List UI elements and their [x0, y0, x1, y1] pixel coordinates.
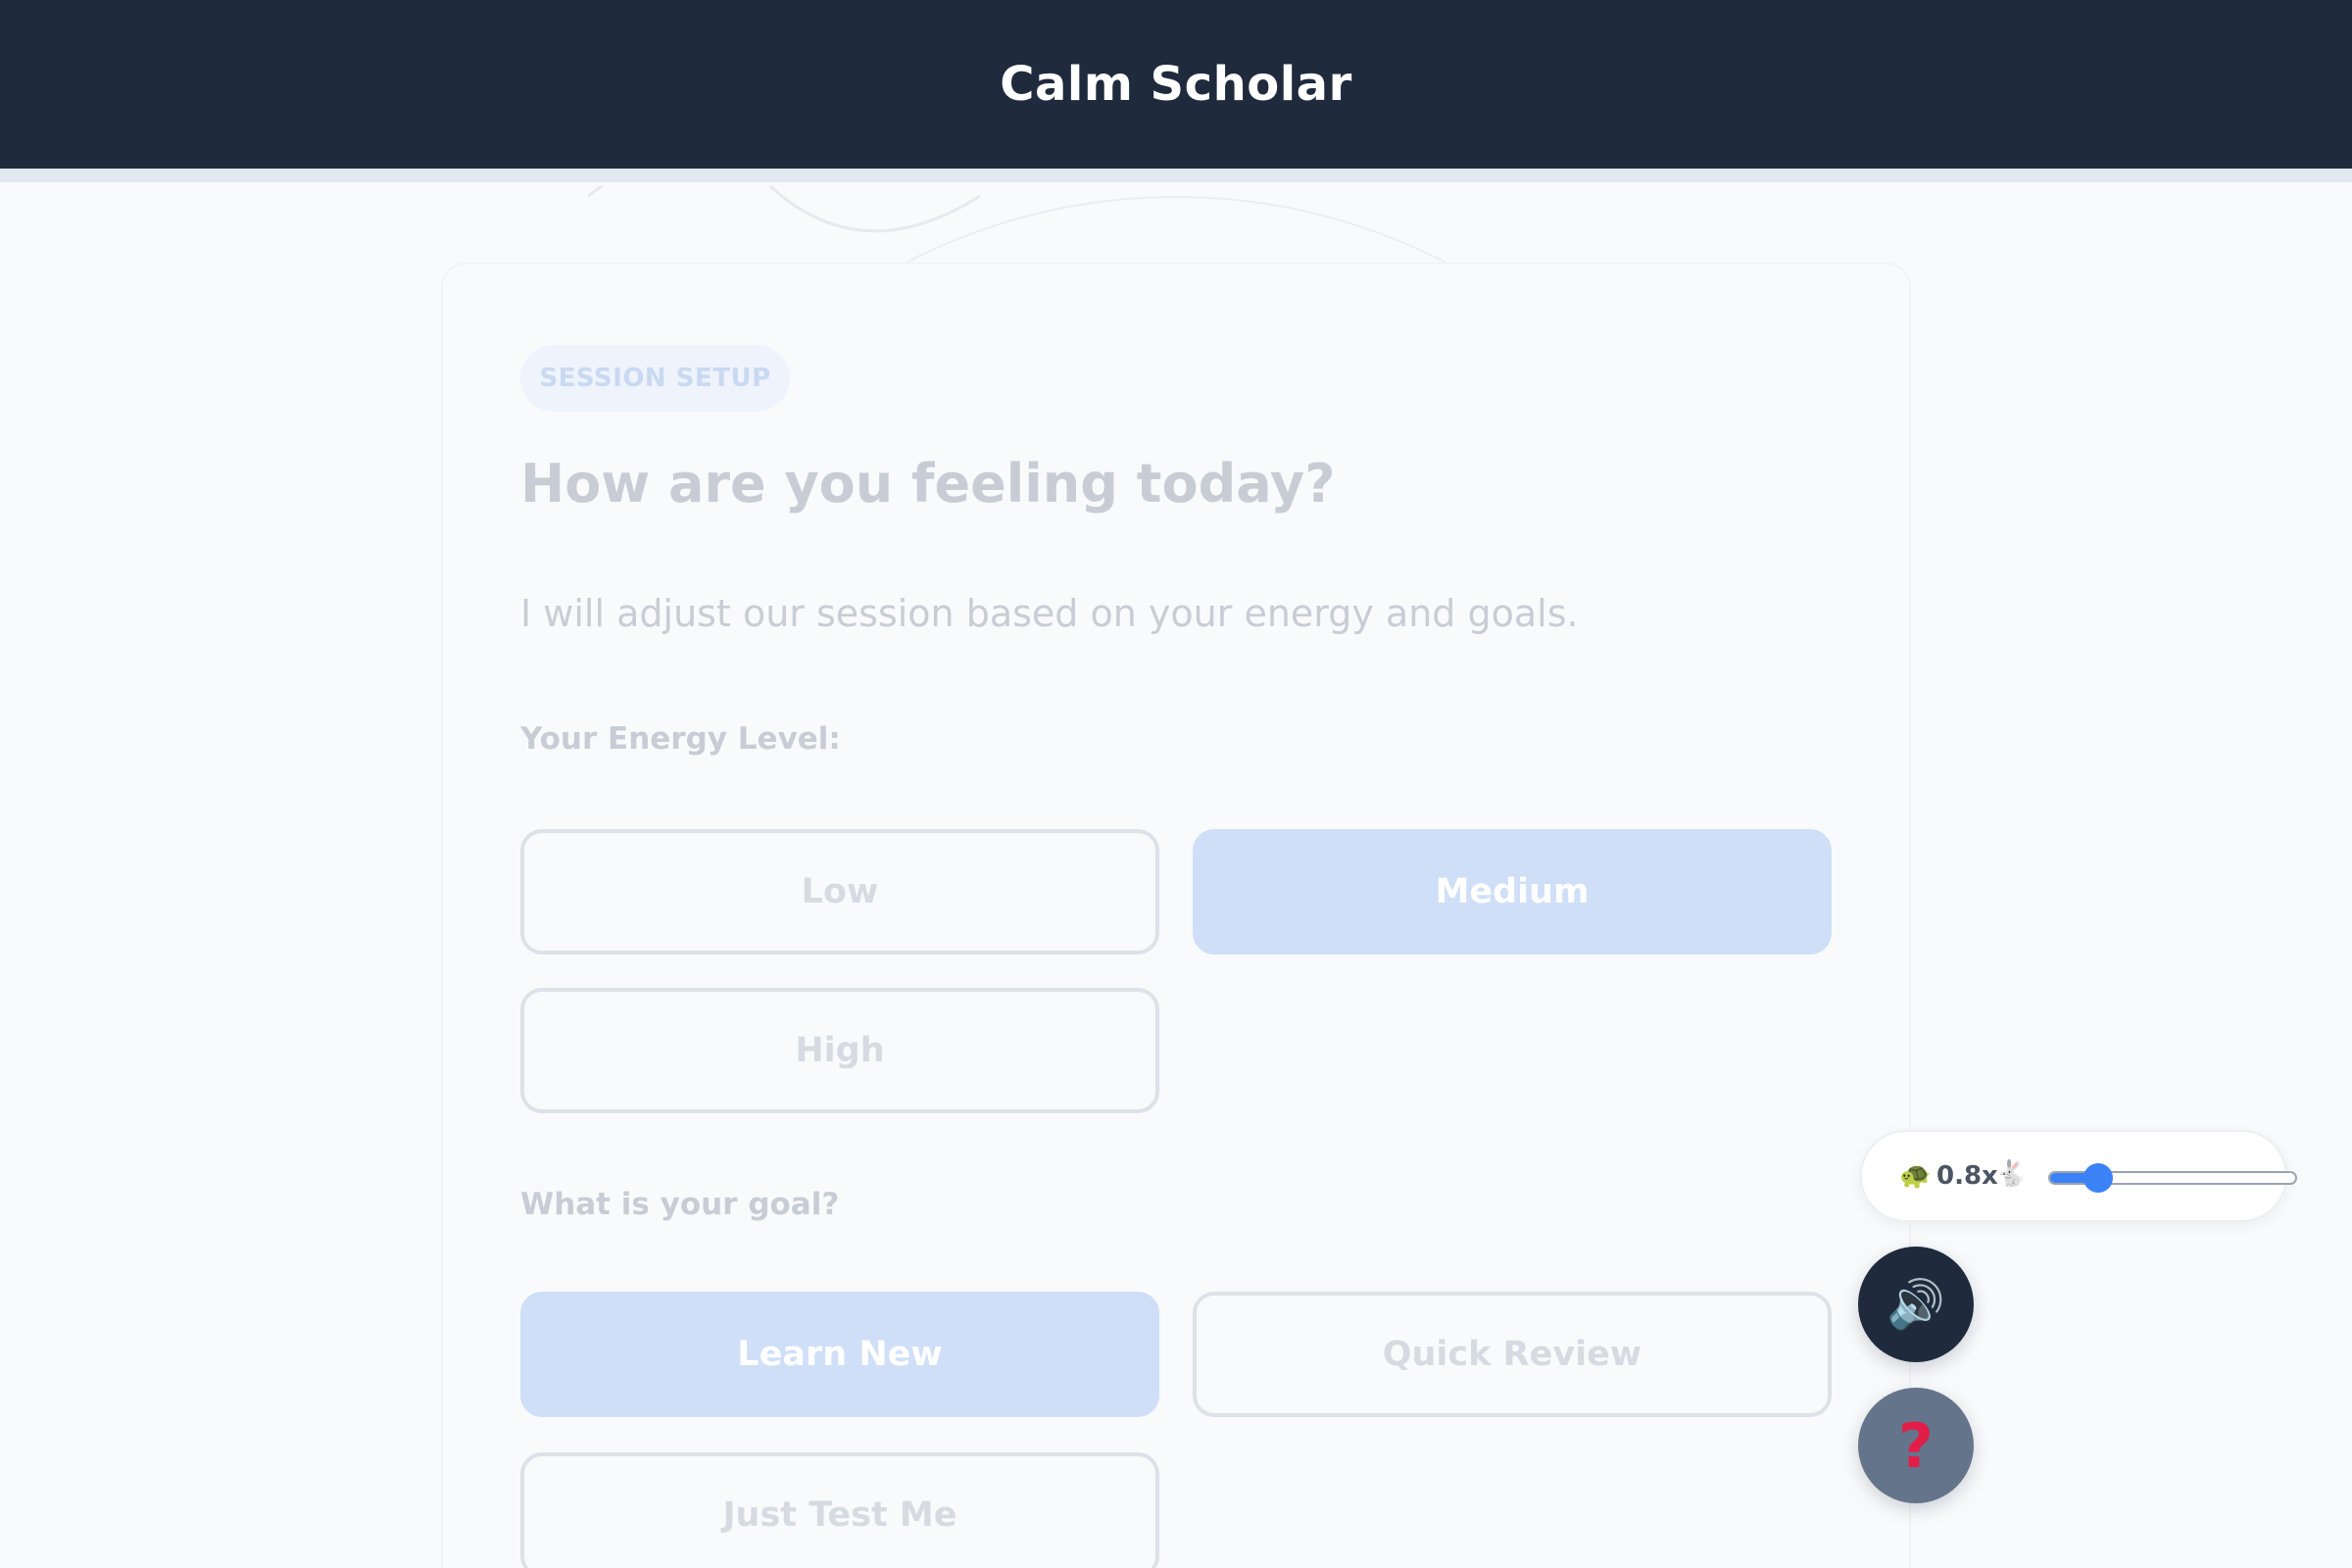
energy-option-medium[interactable]: Medium [1193, 829, 1832, 955]
turtle-icon: 🐢 [1899, 1161, 1932, 1191]
speed-value: 0.8x [1936, 1161, 1998, 1191]
speed-slider-thumb[interactable] [2082, 1163, 2113, 1193]
speech-speed-control: 🐢 0.8x 🐇 [1860, 1130, 2297, 1222]
session-setup-badge: SESSION SETUP [520, 345, 790, 412]
rabbit-icon: 🐇 [1995, 1159, 2028, 1189]
app-header: Calm Scholar [0, 0, 2352, 169]
goal-option-learn-new[interactable]: Learn New [520, 1292, 1159, 1417]
read-aloud-button[interactable]: 🔊 [1858, 1247, 1974, 1362]
goal-option-quick-review[interactable]: Quick Review [1193, 1292, 1832, 1417]
goal-option-just-test-me[interactable]: Just Test Me [520, 1452, 1159, 1568]
help-button[interactable]: ? [1858, 1388, 1974, 1503]
energy-option-low[interactable]: Low [520, 829, 1159, 955]
page-title: How are you feeling today? [520, 453, 1336, 514]
energy-level-label: Your Energy Level: [520, 721, 841, 757]
page-subtitle: I will adjust our session based on your … [520, 592, 1579, 635]
app-title: Calm Scholar [1000, 57, 1352, 112]
energy-option-high[interactable]: High [520, 988, 1159, 1113]
question-mark-icon: ? [1898, 1409, 1934, 1482]
speaker-icon: 🔊 [1886, 1277, 1945, 1332]
header-divider [0, 169, 2352, 182]
goal-label: What is your goal? [520, 1187, 840, 1222]
